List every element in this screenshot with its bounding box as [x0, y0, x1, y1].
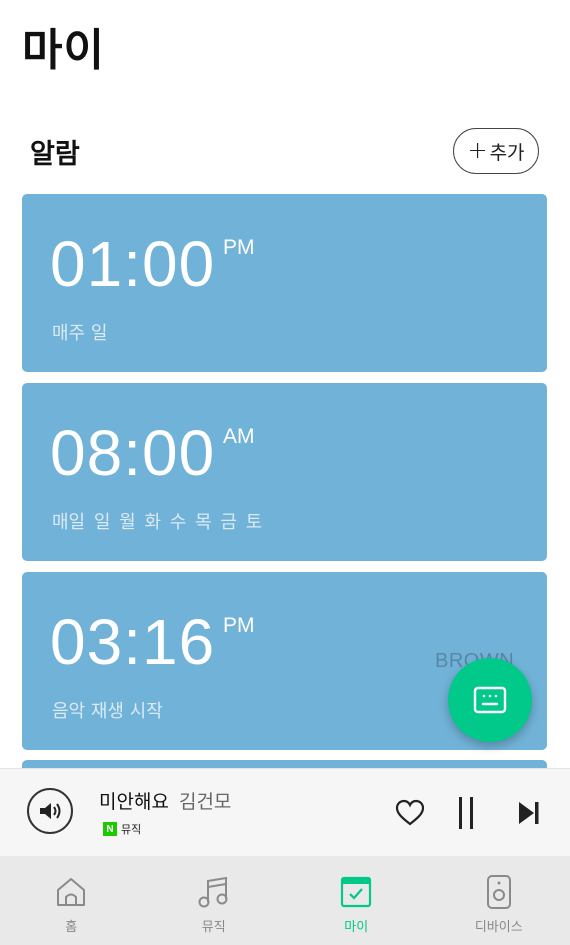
calendar-check-icon — [336, 872, 376, 912]
alarm-ampm: PM — [223, 614, 255, 637]
add-alarm-label: 추가 — [489, 141, 525, 164]
plus-icon: + — [467, 136, 488, 164]
alarm-time: 03:16 — [50, 606, 216, 678]
nav-item-home[interactable]: 홈 — [0, 856, 143, 945]
music-note-icon — [194, 872, 234, 912]
bottom-navigation: 홈 뮤직 마이 디바이스 — [0, 856, 570, 945]
nav-item-music[interactable]: 뮤직 — [143, 856, 286, 945]
home-icon — [51, 872, 91, 912]
music-source-label: 뮤직 — [121, 823, 142, 836]
like-button[interactable] — [392, 795, 428, 831]
alarm-section-title: 알람 — [30, 139, 80, 170]
keyboard-icon — [473, 686, 507, 714]
now-playing: 미안해요 김건모 — [99, 787, 231, 814]
pause-button[interactable] — [448, 795, 484, 831]
add-alarm-button[interactable]: + 추가 — [453, 128, 539, 174]
alarm-ampm: AM — [223, 425, 255, 448]
keyboard-fab-button[interactable] — [448, 658, 532, 742]
page-title: 마이 — [22, 25, 105, 76]
alarm-day: 토 — [245, 512, 263, 533]
alarm-day: 월 — [119, 512, 136, 533]
next-track-button[interactable] — [510, 795, 546, 831]
alarm-time: 01:00 — [50, 228, 216, 300]
alarm-card[interactable]: 01:00 PM 매주 일 — [22, 194, 547, 372]
alarm-repeat: 매일 일 월 화 수 목 금 토 — [52, 508, 265, 534]
alarm-repeat-prefix: 매주 — [52, 323, 86, 344]
heart-icon — [395, 799, 425, 826]
song-artist: 김건모 — [178, 791, 232, 813]
nav-item-my[interactable]: 마이 — [285, 856, 428, 945]
music-source: N 뮤직 — [103, 821, 141, 837]
nav-label: 뮤직 — [201, 920, 226, 935]
skip-next-icon — [519, 802, 539, 824]
alarm-day: 금 — [220, 512, 237, 533]
nav-label: 홈 — [65, 920, 78, 935]
speaker-icon — [40, 803, 61, 819]
alarm-ampm: PM — [223, 236, 255, 259]
alarm-day: 수 — [169, 512, 187, 533]
alarm-days: 일 — [90, 323, 108, 344]
nav-label: 마이 — [344, 920, 369, 935]
song-title: 미안해요 — [99, 791, 169, 813]
pause-icon — [459, 797, 473, 829]
volume-button[interactable] — [27, 788, 73, 834]
speaker-device-icon — [479, 872, 519, 912]
alarm-day: 화 — [144, 512, 162, 533]
alarm-day: 목 — [195, 512, 212, 533]
alarm-card[interactable]: 08:00 AM 매일 일 월 화 수 목 금 토 — [22, 383, 547, 561]
mini-player[interactable]: 미안해요 김건모 N 뮤직 — [0, 768, 570, 856]
alarm-repeat-prefix: 매일 — [52, 512, 86, 533]
alarm-time: 08:00 — [50, 417, 216, 489]
alarm-action: 음악 재생 시작 — [52, 701, 163, 722]
naver-logo-icon: N — [103, 822, 117, 836]
nav-item-device[interactable]: 디바이스 — [428, 856, 570, 945]
alarm-repeat: 매주 일 — [52, 319, 107, 345]
nav-label: 디바이스 — [474, 920, 523, 935]
alarm-day: 일 — [93, 512, 111, 533]
